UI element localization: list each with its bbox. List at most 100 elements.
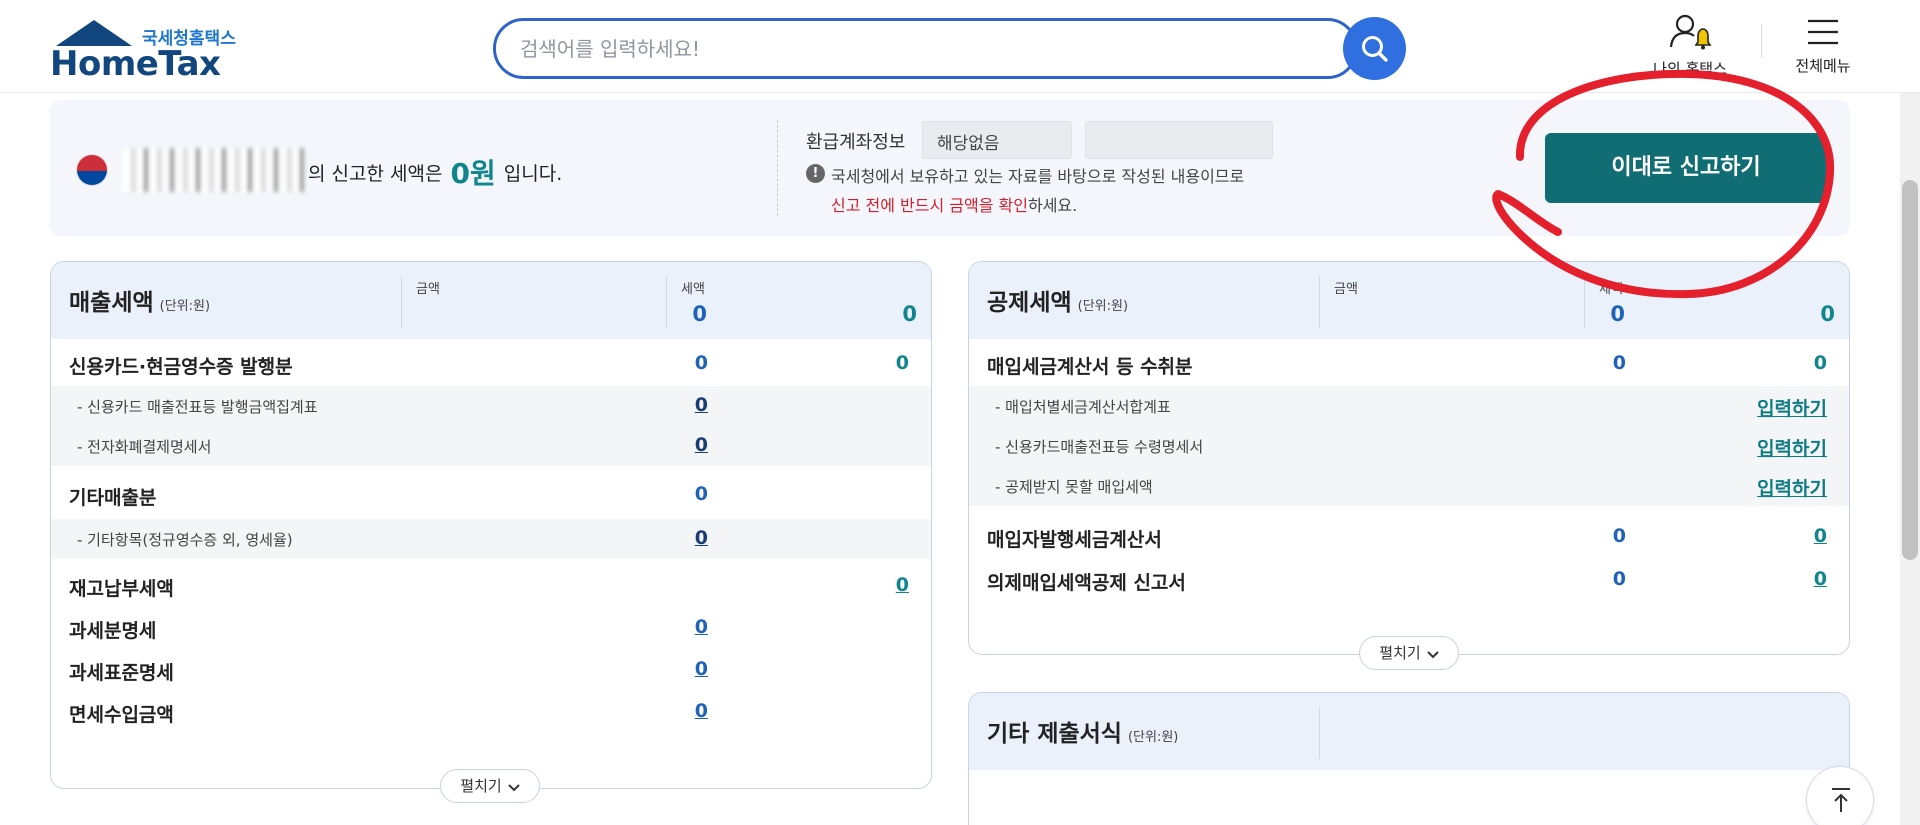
enter-link[interactable]: 입력하기 xyxy=(1707,474,1827,501)
row-label: 매입자발행세금계산서 xyxy=(987,529,1162,551)
expand-label: 펼치기 xyxy=(460,777,502,795)
all-menu-label: 전체메뉴 xyxy=(1795,57,1851,75)
scroll-top-button[interactable] xyxy=(1806,766,1874,825)
all-menu-button[interactable]: 전체메뉴 xyxy=(1778,14,1868,84)
amount-column-label: 금액 xyxy=(1334,282,1358,297)
row-label: - 전자화폐결제명세서 xyxy=(77,438,212,456)
table-row: 재고납부세액 0 xyxy=(51,566,931,606)
other-forms-header: 기타 제출서식 (단위:원) xyxy=(969,693,1849,770)
table-row: 면세수입금액 0 xyxy=(51,692,931,732)
header-divider xyxy=(1761,24,1762,58)
unit-label: (단위:원) xyxy=(1127,730,1179,745)
panel-title: 매출세액 (단위:원) xyxy=(69,290,211,316)
my-hometax-button[interactable]: 나의 홈택스 xyxy=(1640,14,1740,84)
refund-account-value: 해당없음 xyxy=(922,121,1072,159)
expand-button[interactable]: 펼치기 xyxy=(440,769,540,803)
table-row: - 매입처별세금계산서합계표 입력하기 xyxy=(969,386,1849,426)
unit-label: (단위:원) xyxy=(159,299,211,314)
tax-column-label: 세액 xyxy=(681,282,705,297)
table-row: 매입세금계산서 등 수취분 0 0 xyxy=(969,344,1849,384)
notice-divider xyxy=(777,120,778,216)
row-label: 과세표준명세 xyxy=(69,662,174,684)
logo-title: HomeTax xyxy=(50,44,221,84)
arrow-up-icon xyxy=(1832,788,1850,812)
scrollbar-thumb[interactable] xyxy=(1902,180,1918,560)
row-amount-link[interactable]: 0 xyxy=(648,434,708,456)
total-tax: 0 xyxy=(902,302,917,326)
my-hometax-label: 나의 홈택스 xyxy=(1653,60,1727,78)
table-row: - 신용카드 매출전표등 발행금액집계표 0 xyxy=(51,386,931,426)
row-amount-link[interactable]: 0 xyxy=(648,616,708,638)
tax-column-label: 세액 xyxy=(1599,282,1623,297)
table-row: 의제매입세액공제 신고서 0 0 xyxy=(969,560,1849,600)
summary-text-before: 의 신고한 세액은 xyxy=(308,163,449,185)
row-amount: 0 xyxy=(694,352,708,374)
row-tax-link[interactable]: 0 xyxy=(1767,568,1827,590)
table-row: - 전자화폐결제명세서 0 xyxy=(51,426,931,466)
row-amount-link[interactable]: 0 xyxy=(648,527,708,549)
table-row: 과세표준명세 0 xyxy=(51,650,931,690)
other-forms-panel: 기타 제출서식 (단위:원) xyxy=(968,692,1850,825)
row-amount-link[interactable]: 0 xyxy=(648,658,708,680)
row-amount: 0 xyxy=(694,483,708,505)
row-tax: 0 xyxy=(895,352,909,374)
row-label: - 신용카드 매출전표등 발행금액집계표 xyxy=(77,398,318,416)
row-amount: 0 xyxy=(1612,352,1626,374)
table-row: 기타매출분 0 xyxy=(51,475,931,515)
row-amount-link[interactable]: 0 xyxy=(648,394,708,416)
enter-link[interactable]: 입력하기 xyxy=(1707,394,1827,421)
search-input[interactable] xyxy=(520,21,1300,76)
header-column-divider xyxy=(1319,276,1320,328)
sales-tax-panel: 매출세액 (단위:원) 금액 0 세액 0 신용카드·현금영수증 발행분 0 0 … xyxy=(50,261,932,789)
refund-account-number xyxy=(1085,121,1273,159)
row-label: 신용카드·현금영수증 발행분 xyxy=(69,356,293,378)
row-tax: 0 xyxy=(1813,352,1827,374)
chevron-down-icon xyxy=(1426,651,1439,659)
filed-tax-amount: 0원 xyxy=(450,157,496,190)
info-text-line1: 국세청에서 보유하고 있는 자료를 바탕으로 작성된 내용이므로 xyxy=(831,167,1245,186)
person-bell-icon xyxy=(1669,14,1712,50)
row-tax-link[interactable]: 0 xyxy=(849,574,909,596)
top-header: 국세청홈택스 HomeTax 나의 홈택스 전체메뉴 xyxy=(0,0,1920,93)
table-row: - 기타항목(정규영수증 외, 영세율) 0 xyxy=(51,519,931,559)
row-label: - 공제받지 못할 매입세액 xyxy=(995,478,1153,496)
header-column-divider xyxy=(1584,276,1585,328)
hometax-logo[interactable]: 국세청홈택스 HomeTax xyxy=(50,18,250,84)
enter-link[interactable]: 입력하기 xyxy=(1707,434,1827,461)
tax-summary-notice: 의 신고한 세액은 0원 입니다. 환급계좌정보 해당없음 ! 국세청에서 보유… xyxy=(50,100,1850,236)
search-icon xyxy=(1362,36,1388,62)
redacted-name xyxy=(122,148,306,192)
info-icon: ! xyxy=(806,164,825,183)
unit-label: (단위:원) xyxy=(1077,299,1129,314)
row-label: 의제매입세액공제 신고서 xyxy=(987,572,1186,594)
info-text-line2: 신고 전에 반드시 금액을 확인하세요. xyxy=(831,192,1077,216)
filed-tax-summary: 의 신고한 세액은 0원 입니다. xyxy=(308,152,562,192)
row-label: 재고납부세액 xyxy=(69,578,174,600)
summary-text-after: 입니다. xyxy=(497,163,563,185)
info-warning-text: 신고 전에 반드시 금액을 확인 xyxy=(831,196,1028,215)
row-amount: 0 xyxy=(1612,568,1626,590)
row-label: 매입세금계산서 등 수취분 xyxy=(987,356,1193,378)
row-amount-link[interactable]: 0 xyxy=(648,700,708,722)
total-amount: 0 xyxy=(1610,302,1625,326)
header-column-divider xyxy=(401,276,402,328)
file-as-is-button[interactable]: 이대로 신고하기 xyxy=(1545,133,1827,203)
panel-title: 기타 제출서식 (단위:원) xyxy=(987,721,1179,747)
logo-roof-icon xyxy=(56,20,132,46)
refund-account-label: 환급계좌정보 xyxy=(806,132,906,153)
korea-emblem-icon xyxy=(76,154,108,186)
row-label: 과세분명세 xyxy=(69,620,157,642)
row-label: - 신용카드매출전표등 수령명세서 xyxy=(995,438,1204,456)
row-tax-link[interactable]: 0 xyxy=(1767,525,1827,547)
search-button[interactable] xyxy=(1343,17,1406,80)
row-amount: 0 xyxy=(1612,525,1626,547)
expand-button[interactable]: 펼치기 xyxy=(1359,636,1459,670)
header-column-divider xyxy=(666,276,667,328)
table-row: 과세분명세 0 xyxy=(51,608,931,648)
info-text-rest: 하세요. xyxy=(1027,196,1078,215)
row-label: 면세수입금액 xyxy=(69,704,174,726)
search-box xyxy=(493,18,1358,79)
row-label: 기타매출분 xyxy=(69,487,157,509)
total-amount: 0 xyxy=(692,302,707,326)
total-tax: 0 xyxy=(1820,302,1835,326)
